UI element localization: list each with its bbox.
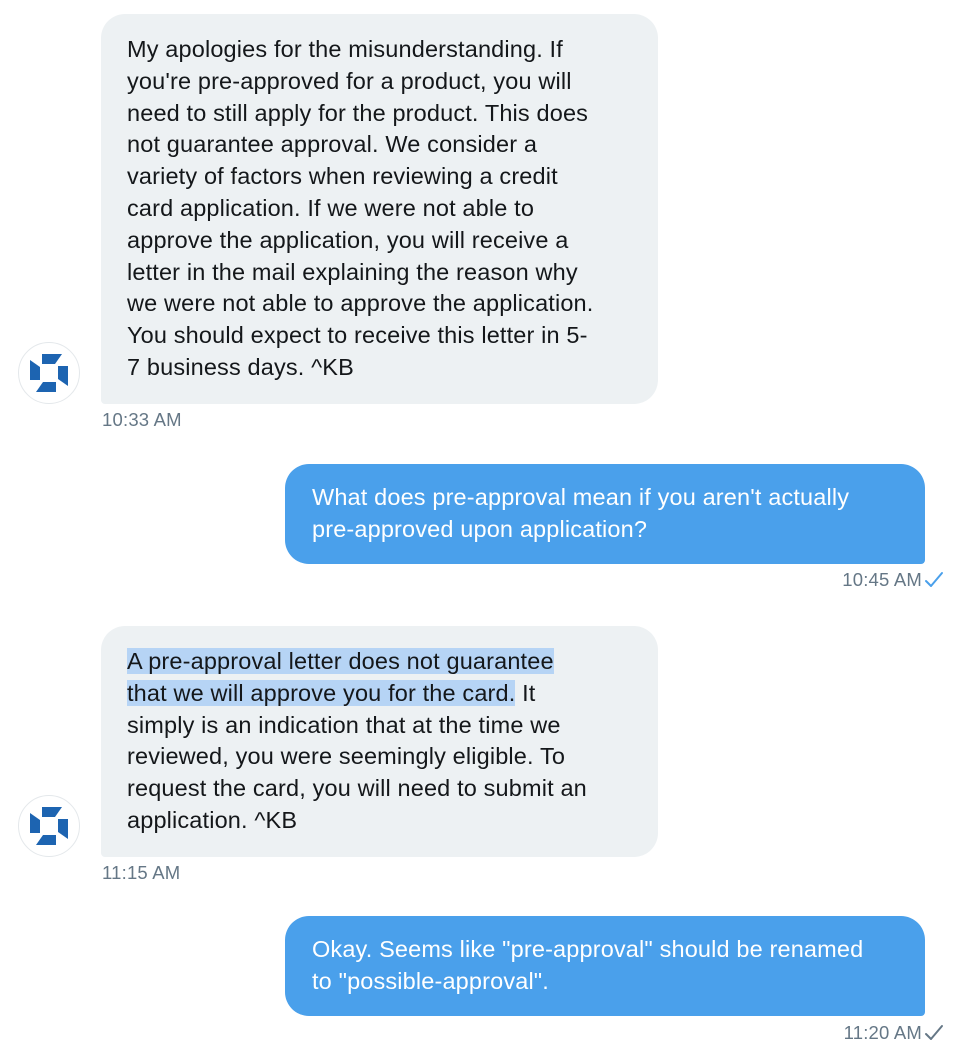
message-text-line: You should expect to receive this letter… — [127, 322, 588, 349]
checkmark-icon — [925, 1025, 943, 1040]
message-text-line: you're pre-approved for a product, you w… — [127, 67, 572, 94]
message-time: 10:45 AM — [842, 569, 922, 590]
message-timestamp: 11:20 AM — [844, 1022, 922, 1044]
incoming-message-bubble[interactable]: My apologies for the misunderstanding. I… — [101, 14, 658, 404]
message-text-line: to "possible-approval". — [312, 967, 549, 994]
message-time: 11:20 AM — [843, 1022, 922, 1043]
message-text-line: variety of factors when reviewing a cred… — [127, 163, 558, 190]
message-text-line: letter in the mail explaining the reason… — [127, 258, 578, 285]
message-text-line: approve the application, you will receiv… — [127, 226, 569, 253]
message-text-line: A pre-approval letter does not guarantee — [127, 646, 638, 678]
message-text-line: reviewed, you were seemingly eligible. T… — [127, 743, 566, 770]
message-text-line: 7 business days. ^KB — [127, 353, 354, 380]
sender-avatar[interactable] — [18, 342, 80, 404]
message-timestamp: 11:15 AM — [102, 862, 181, 883]
sender-avatar[interactable] — [18, 795, 80, 857]
selected-text[interactable]: A pre-approval letter does not guarantee — [127, 648, 554, 674]
checkmark-icon — [925, 572, 943, 587]
message-text-line: we were not able to approve the applicat… — [127, 290, 594, 317]
message-timestamp: 10:33 AM — [102, 409, 182, 430]
message-text-fragment: It — [515, 679, 536, 706]
message-timestamp: 10:45 AM — [842, 569, 922, 591]
outgoing-message-bubble[interactable]: What does pre-approval mean if you aren'… — [285, 464, 925, 564]
outgoing-message-bubble[interactable]: Okay. Seems like "pre-approval" should b… — [285, 916, 925, 1016]
selected-text[interactable]: that we will approve you for the card. — [127, 679, 516, 706]
message-text-line: pre-approved upon application? — [312, 515, 648, 542]
message-text-line: application. ^KB — [127, 806, 298, 833]
message-text-line: My apologies for the misunderstanding. I… — [127, 36, 563, 62]
message-text-line: not guarantee approval. We consider a — [127, 131, 538, 158]
message-text-line: request the card, you will need to submi… — [127, 775, 587, 802]
message-text-line: What does pre-approval mean if you aren'… — [312, 484, 850, 510]
message-text-line: that we will approve you for the card. I… — [127, 678, 638, 710]
chase-octagon-logo-icon — [30, 807, 68, 845]
message-text-line: simply is an indication that at the time… — [127, 711, 561, 738]
message-text-line: Okay. Seems like "pre-approval" should b… — [312, 936, 864, 962]
message-text-line: need to still apply for the product. Thi… — [127, 99, 589, 126]
incoming-message-bubble[interactable]: A pre-approval letter does not guarantee… — [101, 626, 658, 857]
chase-octagon-logo-icon — [30, 354, 68, 392]
message-text-line: card application. If we were not able to — [127, 194, 535, 221]
